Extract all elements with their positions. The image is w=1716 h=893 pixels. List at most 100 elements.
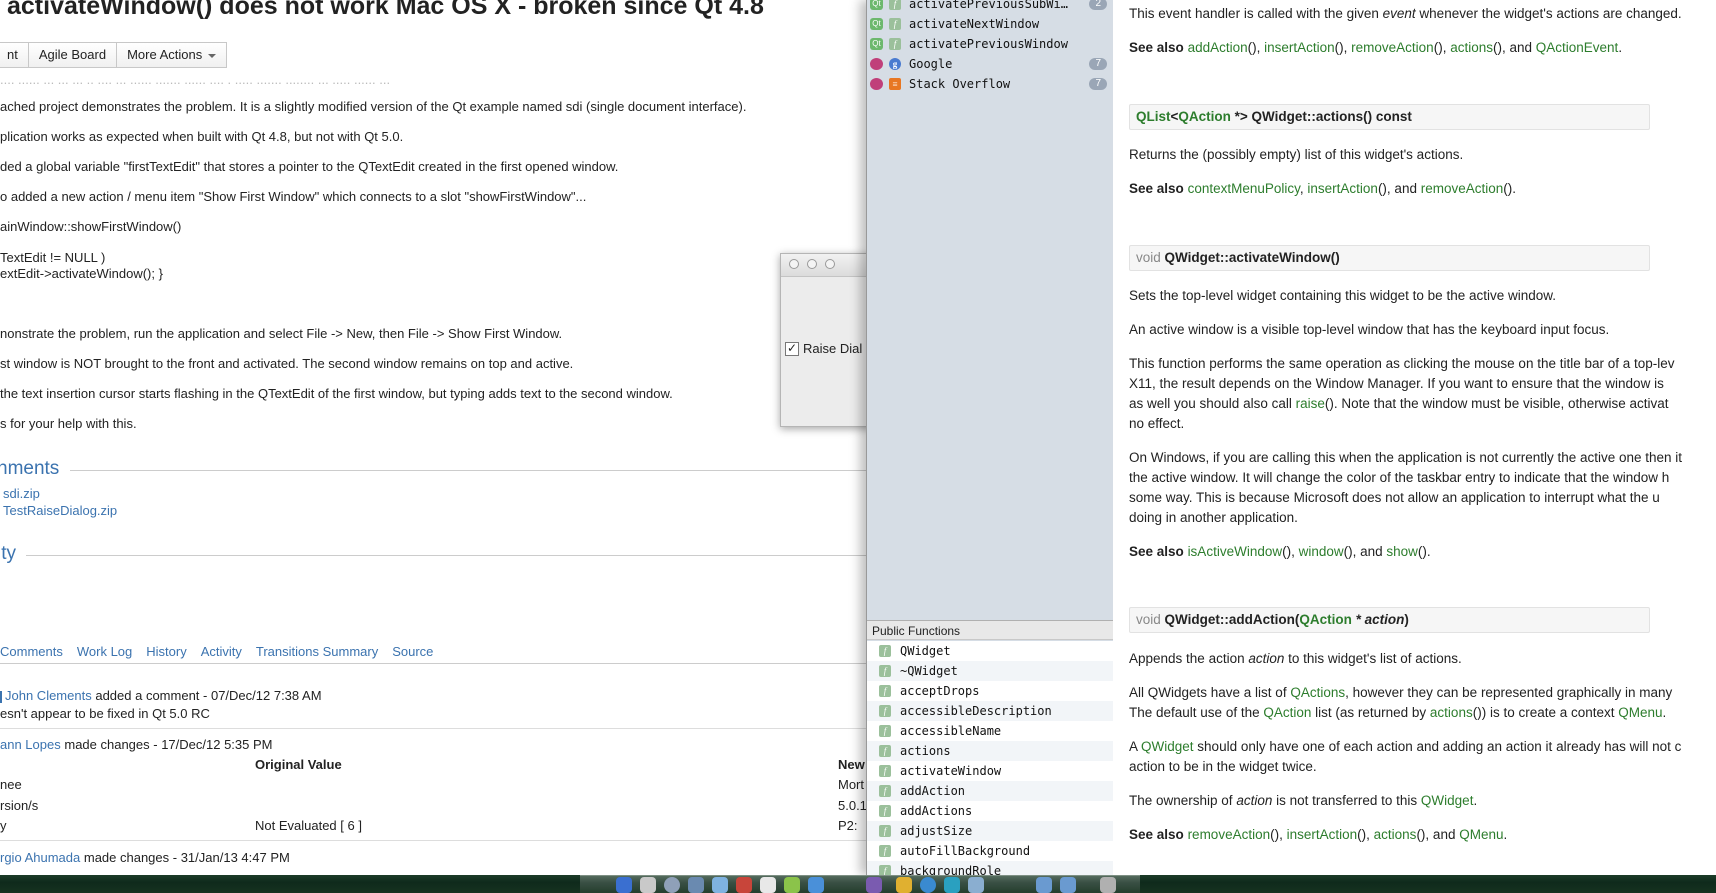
bookmark-item[interactable]: Qt f activateNextWindow bbox=[867, 14, 1113, 34]
agile-board-button[interactable]: Agile Board bbox=[27, 42, 118, 68]
bookmark-item[interactable]: g Google 7 bbox=[867, 54, 1113, 74]
function-item[interactable]: f activateWindow bbox=[867, 761, 1113, 781]
type-link[interactable]: QAction bbox=[1178, 109, 1231, 124]
new-value: P2: bbox=[838, 818, 858, 833]
truncated-action-button[interactable]: nt bbox=[0, 42, 29, 68]
doc-link[interactable]: isActiveWindow bbox=[1188, 544, 1283, 559]
type-link[interactable]: QList bbox=[1136, 109, 1171, 124]
tab-history[interactable]: History bbox=[146, 644, 186, 659]
doc-paragraph: Appends the action action to this widget… bbox=[1129, 649, 1462, 668]
launchpad-icon[interactable] bbox=[640, 877, 656, 893]
finder-icon[interactable] bbox=[616, 877, 632, 893]
bookmark-item[interactable]: Qt f activatePreviousSubWi… 2 bbox=[867, 0, 1113, 14]
doc-link[interactable]: QActionEvent bbox=[1536, 40, 1619, 55]
doc-link[interactable]: insertAction bbox=[1287, 827, 1358, 842]
change-meta: made changes - 31/Jan/13 4:47 PM bbox=[83, 850, 290, 865]
app-icon[interactable] bbox=[760, 877, 776, 893]
tab-work-log[interactable]: Work Log bbox=[77, 644, 132, 659]
function-item[interactable]: f accessibleName bbox=[867, 721, 1113, 741]
app-icon[interactable] bbox=[808, 877, 824, 893]
raise-dialog-label: Raise Dial bbox=[803, 341, 863, 356]
function-item[interactable]: f backgroundRole bbox=[867, 861, 1113, 875]
bookmark-item[interactable]: Qt f activatePreviousWindow bbox=[867, 34, 1113, 54]
doc-link[interactable]: QActions bbox=[1290, 685, 1345, 700]
doc-link[interactable]: actions bbox=[1450, 40, 1493, 55]
doc-link[interactable]: QWidget bbox=[1421, 793, 1474, 808]
attachment-link[interactable]: sdi.zip bbox=[3, 486, 40, 501]
function-item[interactable]: f accessibleDescription bbox=[867, 701, 1113, 721]
app-icon[interactable] bbox=[944, 877, 960, 893]
qt-creator-icon[interactable] bbox=[784, 877, 800, 893]
comment-user-link[interactable]: John Clements bbox=[5, 688, 92, 703]
function-item[interactable]: f addActions bbox=[867, 801, 1113, 821]
doc-link[interactable]: actions bbox=[1430, 705, 1473, 720]
safari-icon[interactable] bbox=[664, 877, 680, 893]
doc-paragraph: This event handler is called with the gi… bbox=[1129, 4, 1682, 23]
doc-link[interactable]: QAction bbox=[1263, 705, 1311, 720]
app-icon[interactable] bbox=[920, 877, 936, 893]
bookmark-item[interactable]: ≡ Stack Overflow 7 bbox=[867, 74, 1113, 94]
doc-link[interactable]: removeAction bbox=[1188, 827, 1271, 842]
minimize-window-button[interactable] bbox=[807, 259, 817, 269]
text: (). Note that the window must be visible… bbox=[1324, 396, 1669, 411]
calendar-icon[interactable] bbox=[736, 877, 752, 893]
app-icon[interactable] bbox=[866, 877, 882, 893]
doc-link[interactable]: show bbox=[1386, 544, 1418, 559]
stack-overflow-icon: ≡ bbox=[889, 78, 901, 90]
bookmark-count: 2 bbox=[1089, 0, 1107, 10]
zoom-window-button[interactable] bbox=[825, 259, 835, 269]
signature-text: ) bbox=[1404, 612, 1409, 627]
function-icon: f bbox=[879, 665, 891, 677]
trash-icon[interactable] bbox=[1100, 877, 1116, 893]
doc-paragraph-line: the active window. It will change the co… bbox=[1129, 470, 1670, 485]
app-icon[interactable] bbox=[896, 877, 912, 893]
function-item[interactable]: f addAction bbox=[867, 781, 1113, 801]
function-item[interactable]: f acceptDrops bbox=[867, 681, 1113, 701]
change-user-link[interactable]: ann Lopes bbox=[0, 737, 61, 752]
function-item[interactable]: f QWidget bbox=[867, 641, 1113, 661]
description-line: o added a new action / menu item "Show F… bbox=[0, 189, 587, 204]
bookmark-count: 7 bbox=[1089, 58, 1107, 70]
tab-source[interactable]: Source bbox=[392, 644, 433, 659]
type-link[interactable]: QAction bbox=[1299, 612, 1352, 627]
description-line: ached project demonstrates the problem. … bbox=[0, 99, 747, 114]
app-icon[interactable] bbox=[712, 877, 728, 893]
tab-comments[interactable]: Comments bbox=[0, 644, 63, 659]
function-item[interactable]: f autoFillBackground bbox=[867, 841, 1113, 861]
app-icon[interactable] bbox=[968, 877, 984, 893]
function-item[interactable]: f adjustSize bbox=[867, 821, 1113, 841]
doc-paragraph: Returns the (possibly empty) list of thi… bbox=[1129, 147, 1464, 162]
raise-dialog-checkbox[interactable]: ✓ Raise Dial bbox=[785, 341, 862, 356]
doc-link[interactable]: raise bbox=[1296, 396, 1325, 411]
doc-link[interactable]: QMenu bbox=[1459, 827, 1503, 842]
doc-link[interactable]: removeAction bbox=[1351, 40, 1434, 55]
original-value: Not Evaluated [ 6 ] bbox=[255, 818, 362, 833]
doc-link[interactable]: QMenu bbox=[1618, 705, 1662, 720]
folder-icon[interactable] bbox=[1036, 877, 1052, 893]
folder-icon[interactable] bbox=[1060, 877, 1076, 893]
assistant-sidebar: Qt f activatePreviousSubWi… 2 Qt f activ… bbox=[866, 0, 1114, 875]
text: as well you should also call bbox=[1129, 396, 1296, 411]
bookmark-list: Qt f activatePreviousSubWi… 2 Qt f activ… bbox=[867, 0, 1113, 94]
dialog-titlebar[interactable] bbox=[781, 254, 873, 277]
doc-paragraph-line: On Windows, if you are calling this when… bbox=[1129, 450, 1683, 465]
tab-transitions-summary[interactable]: Transitions Summary bbox=[256, 644, 378, 659]
attachment-link[interactable]: TestRaiseDialog.zip bbox=[3, 503, 117, 518]
change-user-link[interactable]: rgio Ahumada bbox=[0, 850, 80, 865]
doc-link[interactable]: actions bbox=[1374, 827, 1417, 842]
doc-link[interactable]: contextMenuPolicy bbox=[1188, 181, 1300, 196]
mail-icon[interactable] bbox=[688, 877, 704, 893]
more-actions-button[interactable]: More Actions bbox=[116, 42, 228, 68]
doc-link[interactable]: insertAction bbox=[1307, 181, 1378, 196]
doc-link[interactable]: insertAction bbox=[1264, 40, 1335, 55]
function-icon: f bbox=[879, 865, 891, 875]
function-item[interactable]: f ~QWidget bbox=[867, 661, 1113, 681]
function-item[interactable]: f actions bbox=[867, 741, 1113, 761]
doc-paragraph-line: All QWidgets have a list of QActions, ho… bbox=[1129, 683, 1672, 702]
doc-link[interactable]: window bbox=[1299, 544, 1344, 559]
doc-link[interactable]: removeAction bbox=[1421, 181, 1504, 196]
doc-link[interactable]: QWidget bbox=[1141, 739, 1194, 754]
doc-link[interactable]: addAction bbox=[1188, 40, 1248, 55]
close-window-button[interactable] bbox=[789, 259, 799, 269]
tab-activity[interactable]: Activity bbox=[201, 644, 242, 659]
